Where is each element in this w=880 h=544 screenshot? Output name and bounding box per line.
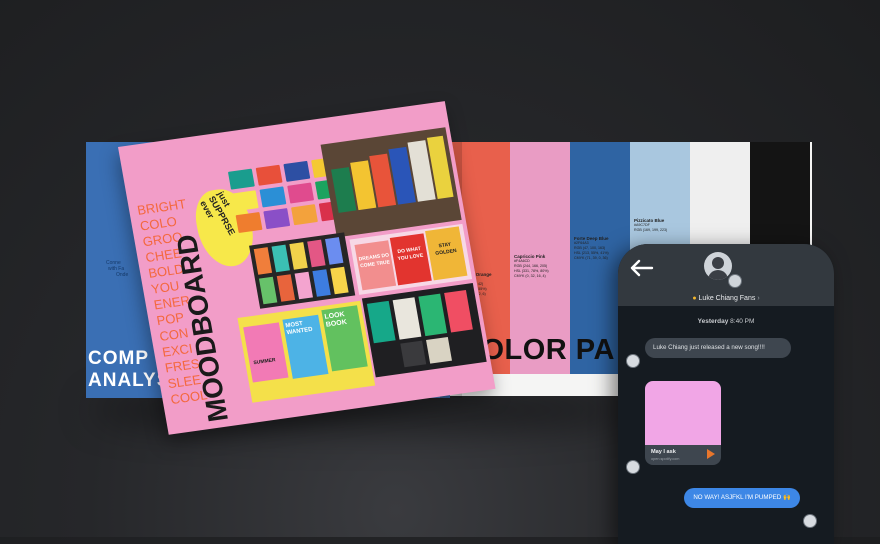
tile — [307, 239, 326, 268]
screen — [400, 340, 427, 368]
screen — [444, 289, 473, 333]
music-share-card[interactable]: May I ask open.spotify.com — [645, 381, 721, 465]
swatch-value: CMYK (0, 32, 16, 4) — [514, 274, 546, 278]
tile — [259, 186, 287, 208]
tile — [325, 237, 344, 265]
tile — [287, 182, 315, 204]
poster-photo — [320, 127, 462, 238]
play-icon[interactable] — [707, 449, 715, 459]
swatch-label: Pizzicato Blue #A9C7DF RGB (169, 199, 223) — [634, 218, 688, 233]
song-title: May I ask — [651, 449, 676, 455]
album-art — [645, 381, 721, 445]
chat-header: ● Luke Chiang Fans › — [618, 244, 834, 306]
sender-avatar — [626, 460, 640, 474]
outgoing-message-bubble[interactable]: NO WAY! ASJFKL I'M PUMPED 🙌 — [684, 488, 800, 508]
tile — [263, 208, 291, 230]
screen — [426, 336, 452, 364]
screen — [418, 293, 448, 337]
tile — [330, 266, 349, 295]
quote-poster: DO WHAT YOU LOVE — [389, 233, 432, 286]
back-arrow-icon[interactable] — [628, 258, 654, 278]
tile — [283, 160, 311, 182]
group-emoji-icon: ● — [692, 295, 697, 302]
tile — [253, 247, 273, 275]
tile — [235, 211, 263, 234]
tile — [294, 271, 313, 300]
poster — [243, 322, 289, 383]
quote-poster: STAY GOLDEN — [425, 226, 468, 281]
phone-screens — [361, 282, 487, 378]
swatch-value: RGB (169, 199, 223) — [634, 228, 668, 232]
message-timestamp: Yesterday 8:40 PM — [697, 318, 755, 325]
tile — [289, 242, 308, 270]
chevron-right-icon: › — [757, 295, 760, 302]
read-receipt-avatar — [803, 514, 817, 528]
avatar-head — [712, 257, 724, 269]
group-name[interactable]: ● Luke Chiang Fans › — [618, 295, 834, 302]
left-page-body-text: Conne with Fa Onde — [106, 260, 129, 278]
sender-avatar — [626, 354, 640, 368]
screen — [392, 297, 422, 340]
swatch-label: Capriccio Pink #F4A6CD RGB (244, 166, 205)… — [514, 254, 568, 279]
phone-messages-screen: ● Luke Chiang Fans › Yesterday 8:40 PM L… — [618, 244, 834, 544]
lookbook-posters: SUMMER MOST WANTED LOOK BOOK — [237, 300, 376, 403]
group-avatar[interactable] — [704, 252, 732, 280]
incoming-message-bubble[interactable]: Luke Chiang just released a new song!!!! — [645, 338, 791, 358]
song-source: open.spotify.com — [651, 457, 680, 461]
tile — [271, 244, 290, 273]
dark-app-grid — [249, 232, 356, 309]
tile — [312, 269, 331, 297]
avatar-body — [708, 270, 728, 280]
screen — [366, 300, 396, 344]
tile — [231, 190, 259, 212]
moodboard-page: BRIGHT COLO GROO CHEE BOLD YOU ENER POP … — [118, 101, 496, 435]
tile — [258, 276, 278, 305]
quote-posters: DREAMS DO COME TRUE DO WHAT YOU LOVE STA… — [349, 223, 473, 295]
group-avatar-secondary — [728, 274, 742, 288]
quote-poster: DREAMS DO COME TRUE — [354, 240, 397, 291]
tile — [291, 204, 318, 226]
tile — [255, 164, 283, 186]
tile — [276, 274, 296, 302]
tile — [227, 168, 255, 190]
